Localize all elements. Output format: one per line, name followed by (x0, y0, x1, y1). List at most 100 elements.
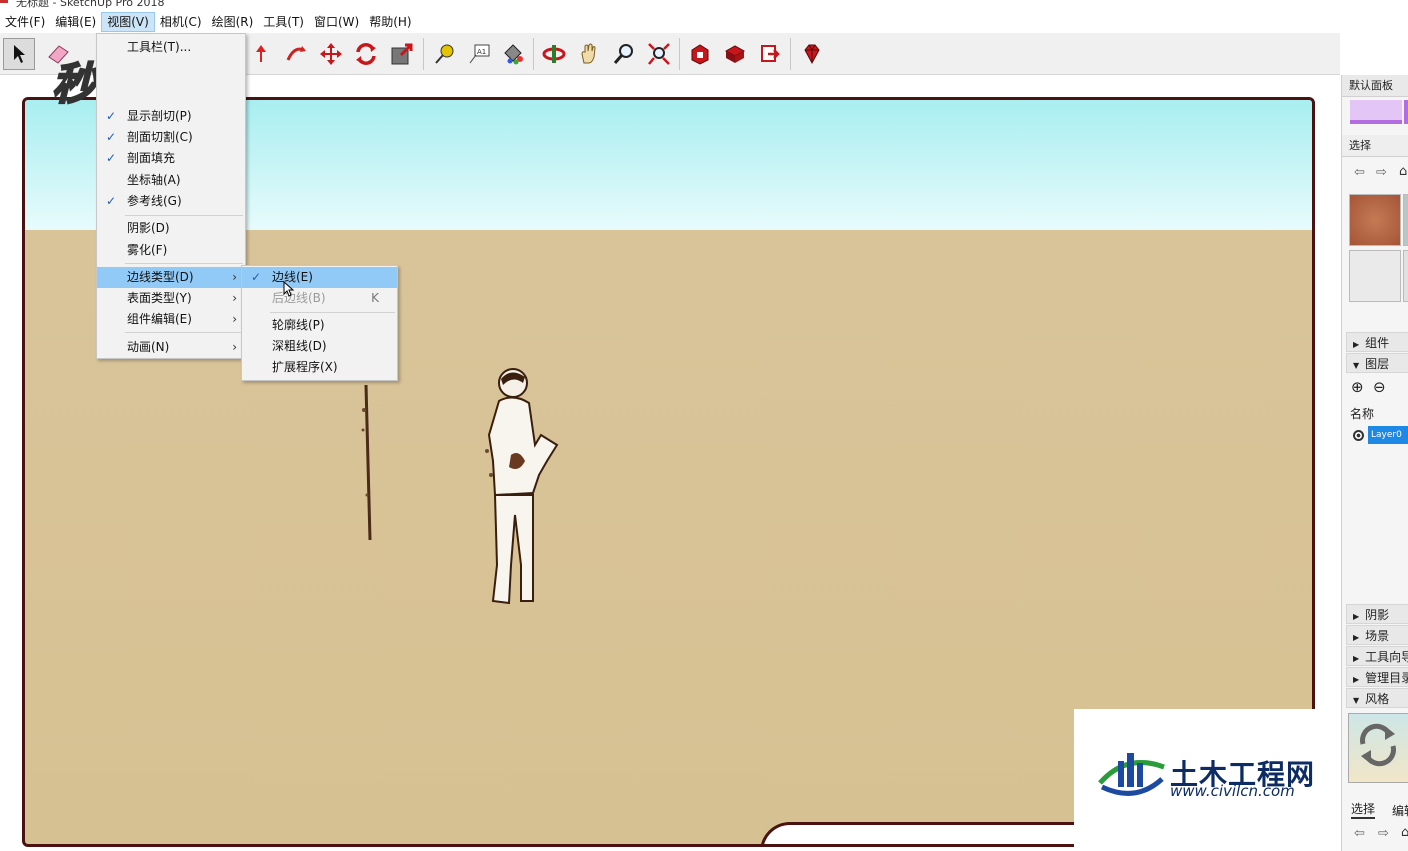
push-pull-icon (256, 45, 266, 62)
menu-item-face-style[interactable]: 表面类型(Y) › (97, 288, 245, 309)
tray-section-instructor[interactable]: ▶ 工具向导 (1346, 646, 1408, 666)
3d-warehouse-button[interactable] (684, 38, 716, 70)
menu-draw[interactable]: 绘图(R) (207, 12, 259, 32)
share-component-button[interactable] (719, 38, 751, 70)
menu-separator (125, 332, 243, 333)
menu-item-section-cuts[interactable]: ✓ 剖面切割(C) (97, 127, 245, 148)
submenu-item-profiles[interactable]: 轮廓线(P) (242, 315, 397, 336)
menu-item-shadows[interactable]: 阴影(D) (97, 218, 245, 239)
zoom-tool-button[interactable] (608, 38, 640, 70)
tray-section-shadows[interactable]: ▶ 阴影 (1346, 604, 1408, 624)
section-label: 场景 (1365, 629, 1390, 643)
menu-item-label: 深粗线(D) (272, 339, 327, 353)
menu-item-fog[interactable]: 雾化(F) (97, 240, 245, 261)
forward-arrow-icon[interactable]: ⇨ (1378, 826, 1389, 841)
push-pull-tool-button[interactable] (245, 38, 277, 70)
svg-text:A1: A1 (477, 48, 486, 56)
menu-item-edge-style[interactable]: 边线类型(D) › (97, 267, 245, 288)
menu-item-guides[interactable]: ✓ 参考线(G) (97, 191, 245, 212)
extension-warehouse-button[interactable] (796, 38, 828, 70)
menu-separator (125, 215, 243, 216)
menu-help[interactable]: 帮助(H) (364, 12, 416, 32)
back-arrow-icon[interactable]: ⇦ (1354, 826, 1365, 841)
tray-section-styles[interactable]: ▼ 风格 (1346, 688, 1408, 708)
chevron-right-icon: › (232, 312, 237, 326)
menu-edit[interactable]: 编辑(E) (50, 12, 101, 32)
styles-tab-edit[interactable]: 编辑 (1392, 802, 1408, 819)
menu-camera[interactable]: 相机(C) (155, 12, 207, 32)
menu-view[interactable]: 视图(V) (101, 12, 155, 32)
tray-title: 默认面板 (1342, 75, 1408, 97)
move-icon (320, 43, 342, 65)
tray-section-layers[interactable]: ▼ 图层 (1346, 353, 1408, 373)
collapse-triangle-icon: ▼ (1353, 361, 1360, 370)
select-tool-button[interactable] (3, 38, 35, 70)
active-layer-radio[interactable] (1353, 430, 1364, 441)
add-layer-icon[interactable]: ⊕ (1351, 378, 1364, 396)
home-icon[interactable]: ⌂ (1401, 825, 1408, 840)
section-label: 风格 (1365, 692, 1390, 706)
menu-item-label: 动画(N) (127, 340, 170, 354)
material-swatch-blank[interactable] (1349, 250, 1401, 302)
material-swatch-brick[interactable] (1349, 194, 1401, 246)
menu-item-axes[interactable]: 坐标轴(A) (97, 170, 245, 191)
menu-item-section-fill[interactable]: ✓ 剖面填充 (97, 148, 245, 169)
submenu-item-back-edges[interactable]: 后边线(B) K (242, 288, 397, 309)
follow-me-tool-button[interactable] (280, 38, 312, 70)
home-icon[interactable]: ⌂ (1399, 164, 1407, 179)
layer-row-layer0[interactable]: Layer0 (1368, 426, 1408, 444)
submenu-item-extension[interactable]: 扩展程序(X) (242, 357, 397, 378)
text-label-icon: A1 (469, 44, 490, 64)
mouse-cursor-icon (283, 281, 295, 297)
share-model-button[interactable] (754, 38, 786, 70)
section-label: 阴影 (1365, 608, 1390, 622)
menu-tools[interactable]: 工具(T) (258, 12, 309, 32)
move-tool-button[interactable] (315, 38, 347, 70)
expand-triangle-icon: ▶ (1353, 654, 1360, 663)
menu-item-label: 显示剖切(P) (127, 109, 192, 123)
submenu-item-depth-cue[interactable]: 深粗线(D) (242, 336, 397, 357)
material-swatch-blank-2[interactable] (1403, 250, 1408, 302)
menu-item-toolbars[interactable]: 工具栏(T)... (97, 37, 245, 58)
zoom-extents-tool-button[interactable] (643, 38, 675, 70)
rotate-tool-button[interactable] (350, 38, 382, 70)
layer-name-header: 名称 (1350, 407, 1375, 421)
refresh-icon (1360, 723, 1396, 767)
style-thumbnail[interactable] (1348, 713, 1408, 783)
pan-tool-button[interactable] (573, 38, 605, 70)
menu-item-label: 雾化(F) (127, 243, 168, 257)
pole-model (361, 384, 372, 541)
materials-select-label: 选择 (1342, 135, 1408, 157)
back-arrow-icon[interactable]: ⇦ (1354, 165, 1365, 180)
remove-layer-icon[interactable]: ⊖ (1373, 378, 1386, 396)
toolbar-separator (533, 38, 534, 70)
menu-item-animation[interactable]: 动画(N) › (97, 337, 245, 358)
submenu-item-edges[interactable]: ✓ 边线(E) (242, 267, 397, 288)
checkmark-icon: ✓ (105, 109, 117, 123)
menu-item-section-planes[interactable]: ✓ 显示剖切(P) (97, 106, 245, 127)
section-label: 图层 (1365, 357, 1390, 371)
tray-section-manage[interactable]: ▶ 管理目录 (1346, 667, 1408, 687)
menu-file[interactable]: 文件(F) (0, 12, 50, 32)
color-swatch-lilac[interactable] (1350, 100, 1402, 124)
menu-item-label: 参考线(G) (127, 194, 182, 208)
forward-arrow-icon[interactable]: ⇨ (1376, 165, 1387, 180)
scale-tool-button[interactable] (386, 38, 418, 70)
material-swatch-stone[interactable] (1403, 194, 1408, 246)
ruby-gem-icon (804, 44, 820, 65)
paint-bucket-tool-button[interactable] (497, 38, 529, 70)
section-label: 组件 (1365, 336, 1390, 350)
tray-section-scenes[interactable]: ▶ 场景 (1346, 625, 1408, 645)
menu-window[interactable]: 窗口(W) (309, 12, 364, 32)
expand-triangle-icon: ▶ (1353, 675, 1360, 684)
styles-tab-select[interactable]: 选择 (1351, 800, 1376, 819)
tray-section-components[interactable]: ▶ 组件 (1346, 332, 1408, 352)
text-tool-button[interactable]: A1 (463, 38, 495, 70)
tape-measure-icon (435, 44, 454, 64)
menu-item-component-edit[interactable]: 组件编辑(E) › (97, 309, 245, 330)
tape-measure-tool-button[interactable] (428, 38, 460, 70)
orbit-tool-button[interactable] (538, 38, 570, 70)
sketchup-app-icon (0, 0, 8, 3)
color-swatch-purple[interactable] (1404, 100, 1408, 124)
toolbar-separator (679, 38, 680, 70)
